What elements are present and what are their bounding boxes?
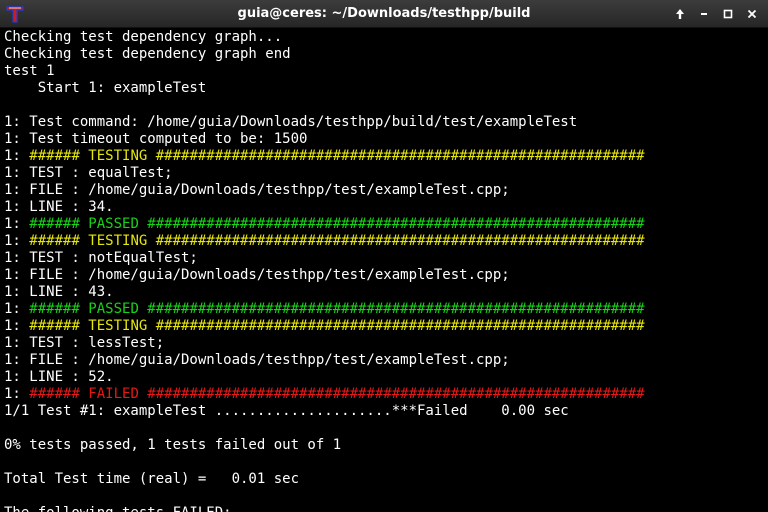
terminal-line: 1: FILE : /home/guia/Downloads/testhpp/t… <box>4 267 766 284</box>
terminal-line: Checking test dependency graph... <box>4 29 766 46</box>
terminal-line: 1/1 Test #1: exampleTest ...............… <box>4 403 766 420</box>
terminal-text: 1: FILE : /home/guia/Downloads/testhpp/t… <box>4 352 510 368</box>
terminal-line: 0% tests passed, 1 tests failed out of 1 <box>4 437 766 454</box>
terminal-text: 1: LINE : 34. <box>4 199 114 215</box>
pin-up-icon[interactable] <box>670 4 690 24</box>
terminal-line: 1: ###### TESTING ######################… <box>4 318 766 335</box>
terminal-text: 1: FILE : /home/guia/Downloads/testhpp/t… <box>4 267 510 283</box>
terminal-line: Total Test time (real) = 0.01 sec <box>4 471 766 488</box>
title-bar[interactable]: guia@ceres: ~/Downloads/testhpp/build <box>0 0 768 28</box>
terminal-line: Checking test dependency graph end <box>4 46 766 63</box>
terminal-text: 0% tests passed, 1 tests failed out of 1 <box>4 437 342 453</box>
window-controls <box>670 4 762 24</box>
terminal-text: 1: <box>4 233 30 249</box>
terminal-text: 1: Test timeout computed to be: 1500 <box>4 131 308 147</box>
terminal-text: 1: Test command: /home/guia/Downloads/te… <box>4 114 578 130</box>
terminal-line: The following tests FAILED: <box>4 505 766 512</box>
close-icon[interactable] <box>742 4 762 24</box>
terminal-line: 1: LINE : 43. <box>4 284 766 301</box>
terminal-line: 1: TEST : lessTest; <box>4 335 766 352</box>
terminal-line: 1: ###### PASSED #######################… <box>4 301 766 318</box>
terminal-text: 1/1 Test #1: exampleTest ...............… <box>4 403 569 419</box>
terminal-text: 1: <box>4 318 30 334</box>
terminal-text: 1: TEST : notEqualTest; <box>4 250 198 266</box>
terminal-text: 1: LINE : 52. <box>4 369 114 385</box>
terminal-text: 1: <box>4 216 30 232</box>
maximize-icon[interactable] <box>718 4 738 24</box>
terminal-text: Checking test dependency graph end <box>4 46 291 62</box>
terminal-text: 1: TEST : equalTest; <box>4 165 173 181</box>
terminal-text: Start 1: exampleTest <box>4 80 207 96</box>
terminal-line: 1: LINE : 34. <box>4 199 766 216</box>
terminal-line: 1: ###### TESTING ######################… <box>4 148 766 165</box>
terminal-text: Total Test time (real) = 0.01 sec <box>4 471 300 487</box>
terminal-window: guia@ceres: ~/Downloads/testhpp/build Ch… <box>0 0 768 512</box>
terminal-line: 1: FILE : /home/guia/Downloads/testhpp/t… <box>4 352 766 369</box>
terminal-text: 1: <box>4 148 30 164</box>
terminal-text: 1: <box>4 301 30 317</box>
status-banner-yellow: ###### TESTING #########################… <box>29 148 645 164</box>
status-banner-red: ###### FAILED ##########################… <box>29 386 645 402</box>
terminal-text: test 1 <box>4 63 55 79</box>
terminal-line: 1: Test command: /home/guia/Downloads/te… <box>4 114 766 131</box>
window-title: guia@ceres: ~/Downloads/testhpp/build <box>237 6 531 21</box>
terminal-line: 1: ###### TESTING ######################… <box>4 233 766 250</box>
terminal-line: 1: FILE : /home/guia/Downloads/testhpp/t… <box>4 182 766 199</box>
terminal-line: 1: Test timeout computed to be: 1500 <box>4 131 766 148</box>
terminal-text: The following tests FAILED: <box>4 505 232 512</box>
terminal-text: 1: LINE : 43. <box>4 284 114 300</box>
terminal-text: Checking test dependency graph... <box>4 29 283 45</box>
status-banner-green: ###### PASSED ##########################… <box>29 301 645 317</box>
terminal-line: 1: LINE : 52. <box>4 369 766 386</box>
terminal-line: 1: ###### FAILED #######################… <box>4 386 766 403</box>
status-banner-green: ###### PASSED ##########################… <box>29 216 645 232</box>
terminal-output[interactable]: Checking test dependency graph... Checkin… <box>4 29 766 512</box>
terminal-line: Start 1: exampleTest <box>4 80 766 97</box>
terminal-text: 1: TEST : lessTest; <box>4 335 165 351</box>
terminal-line: 1: ###### PASSED #######################… <box>4 216 766 233</box>
terminal-text: 1: FILE : /home/guia/Downloads/testhpp/t… <box>4 182 510 198</box>
minimize-icon[interactable] <box>694 4 714 24</box>
terminal-line: 1: TEST : equalTest; <box>4 165 766 182</box>
terminal-text: 1: <box>4 386 30 402</box>
status-banner-yellow: ###### TESTING #########################… <box>29 233 645 249</box>
terminal-line: test 1 <box>4 63 766 80</box>
status-banner-yellow: ###### TESTING #########################… <box>29 318 645 334</box>
terminal-line: 1: TEST : notEqualTest; <box>4 250 766 267</box>
